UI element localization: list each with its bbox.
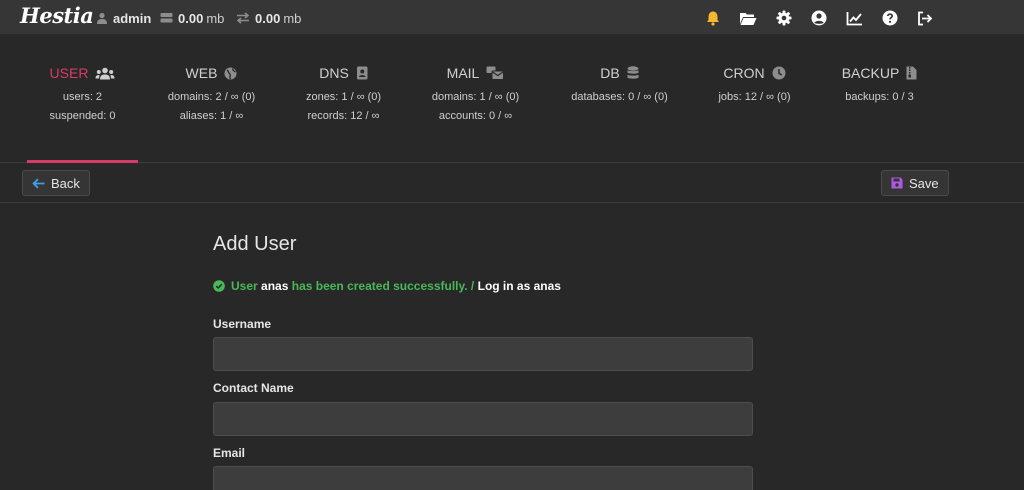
tab-mail-label: MAIL <box>446 65 480 81</box>
tab-mail-stat: domains: 1 / ∞ (0) <box>431 91 520 103</box>
tab-web-stat: aliases: 1 / ∞ <box>179 110 244 122</box>
globe-icon <box>224 67 237 80</box>
tab-dns-label: DNS <box>319 65 349 81</box>
save-button-label: Save <box>909 175 939 191</box>
database-icon <box>627 66 639 80</box>
mail-bulk-icon <box>486 66 505 80</box>
success-alert: User anas has been created successfully.… <box>213 279 561 293</box>
user-icon <box>96 12 108 24</box>
clock-icon <box>772 66 786 80</box>
back-button-label: Back <box>51 175 80 191</box>
address-book-icon <box>356 66 368 80</box>
tab-web-stat: domains: 2 / ∞ (0) <box>167 91 256 103</box>
tab-db-stat: databases: 0 / ∞ (0) <box>571 91 668 103</box>
bandwidth-usage-value: 0.00 <box>255 10 281 26</box>
tab-db-label: DB <box>600 65 620 81</box>
bandwidth-usage: 0.00 mb <box>236 10 301 26</box>
tab-mail[interactable]: MAIL domains: 1 / ∞ (0) accounts: 0 / ∞ <box>420 36 531 163</box>
logo[interactable]: Hestia <box>20 3 94 28</box>
tab-web-label: WEB <box>185 65 218 81</box>
contact-name-input[interactable] <box>213 402 753 436</box>
tab-user-stat: users: 2 <box>62 91 103 103</box>
exchange-icon <box>236 12 250 24</box>
disk-usage-unit: mb <box>206 10 225 26</box>
back-button[interactable]: Back <box>22 170 90 196</box>
tab-cron-label: CRON <box>723 65 765 81</box>
alert-prefix: User <box>231 279 258 293</box>
tab-web[interactable]: WEB domains: 2 / ∞ (0) aliases: 1 / ∞ <box>156 36 267 163</box>
username-input[interactable] <box>213 337 753 371</box>
email-input[interactable] <box>213 466 753 490</box>
alert-message: has been created successfully. / <box>291 279 475 293</box>
tab-user-label: USER <box>49 65 89 81</box>
arrow-left-icon <box>32 178 45 189</box>
tab-cron-stat: jobs: 12 / ∞ (0) <box>718 91 791 103</box>
top-bar: Hestia admin 0.00 mb 0.00 mb <box>0 0 1024 35</box>
floppy-disk-icon <box>891 177 903 189</box>
help-circle-icon[interactable] <box>881 9 899 27</box>
gear-icon[interactable] <box>775 9 793 27</box>
tab-mail-stat: accounts: 0 / ∞ <box>438 110 513 122</box>
login-as-link[interactable]: Log in as anas <box>478 279 561 293</box>
save-button[interactable]: Save <box>881 170 949 196</box>
tab-dns-stat: records: 12 / ∞ <box>307 110 380 122</box>
chart-line-icon[interactable] <box>845 9 863 27</box>
alert-username: anas <box>261 279 289 293</box>
disk-usage: 0.00 mb <box>160 10 224 26</box>
tab-backup[interactable]: BACKUP backups: 0 / 3 <box>824 36 935 163</box>
folder-open-icon[interactable] <box>739 9 757 27</box>
toolbar: Back Save <box>0 163 1024 203</box>
logout-icon[interactable] <box>916 9 934 27</box>
file-archive-icon <box>906 66 917 80</box>
current-user-name: admin <box>113 10 152 26</box>
tab-user[interactable]: USER users: 2 suspended: 0 <box>27 36 138 163</box>
tab-cron[interactable]: CRON jobs: 12 / ∞ (0) <box>699 36 810 163</box>
page-title: Add User <box>213 233 297 255</box>
email-label: Email <box>213 446 246 460</box>
tab-db[interactable]: DB databases: 0 / ∞ (0) <box>564 36 675 163</box>
username-label: Username <box>213 317 272 331</box>
tab-user-stat: suspended: 0 <box>49 110 116 122</box>
hard-drive-icon <box>160 12 173 24</box>
tab-backup-label: BACKUP <box>841 65 900 81</box>
bell-icon[interactable] <box>704 9 722 27</box>
users-icon <box>95 67 115 80</box>
stats-tabs: USER users: 2 suspended: 0 WEB domains: … <box>0 36 1024 163</box>
tab-dns[interactable]: DNS zones: 1 / ∞ (0) records: 12 / ∞ <box>288 36 399 163</box>
contact-name-label: Contact Name <box>213 381 294 395</box>
bandwidth-usage-unit: mb <box>283 10 302 26</box>
tab-dns-stat: zones: 1 / ∞ (0) <box>305 91 382 103</box>
current-user[interactable]: admin <box>96 10 151 26</box>
user-circle-icon[interactable] <box>810 9 828 27</box>
tab-backup-stat: backups: 0 / 3 <box>845 91 914 103</box>
disk-usage-value: 0.00 <box>178 10 204 26</box>
check-circle-icon <box>213 280 225 292</box>
